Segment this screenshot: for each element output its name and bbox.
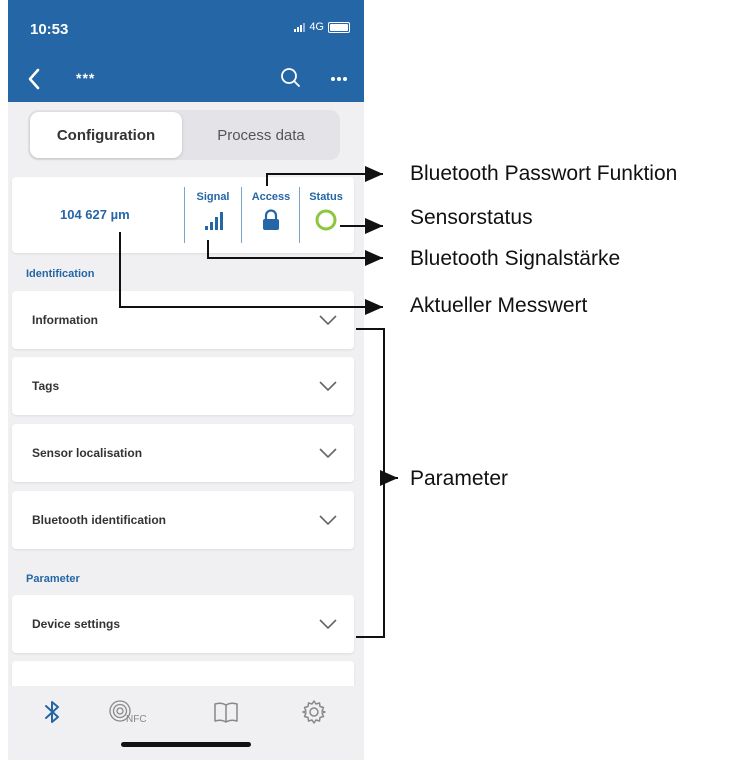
chevron-down-icon [319, 515, 337, 526]
home-indicator [121, 742, 251, 747]
section-parameter: Parameter [26, 573, 80, 585]
status-time: 10:53 [30, 21, 69, 38]
list-item-information[interactable]: Information [12, 291, 354, 349]
network-type: 4G [309, 21, 324, 33]
list-item-tags[interactable]: Tags [12, 357, 354, 415]
cell-signal-icon [294, 22, 306, 32]
status-bar: 10:53 4G [8, 0, 364, 56]
row-label: Tags [32, 379, 60, 393]
row-label: Bluetooth identification [32, 513, 166, 527]
chevron-down-icon [319, 381, 337, 392]
callout-sensor-status: Sensorstatus [410, 206, 533, 229]
row-label: Sensor localisation [32, 446, 143, 460]
status-column: Status [302, 191, 350, 237]
bluetooth-icon [45, 701, 59, 723]
callout-parameter: Parameter [410, 467, 509, 490]
callout-signal-strength: Bluetooth Signalstärke [410, 247, 621, 270]
nfc-label: NFC [126, 714, 147, 725]
callout-measurement: Aktueller Messwert [410, 294, 588, 317]
tab-settings[interactable] [300, 698, 328, 726]
chevron-down-icon [319, 315, 337, 326]
list-item-bluetooth-identification[interactable]: Bluetooth identification [12, 491, 354, 549]
tab-manual[interactable] [212, 698, 240, 726]
row-label: Information [32, 313, 98, 327]
tab-process-data[interactable]: Process data [184, 112, 338, 158]
tab-bar: NFC [8, 686, 364, 760]
signal-label: Signal [196, 191, 230, 203]
nfc-icon: NFC [109, 700, 147, 725]
tab-bluetooth[interactable] [38, 698, 66, 726]
sensor-status-card: 104 627 µm Signal Access Status [12, 177, 354, 253]
tab-nfc[interactable]: NFC [108, 698, 160, 726]
list-item-device-settings[interactable]: Device settings [12, 595, 354, 653]
column-divider [299, 187, 300, 243]
status-indicators: 4G [294, 21, 350, 33]
lock-icon [263, 209, 279, 230]
status-ring-icon [315, 209, 337, 231]
search-icon[interactable] [278, 65, 304, 91]
tab-configuration[interactable]: Configuration [30, 112, 182, 158]
signal-column: Signal [190, 191, 236, 236]
row-label: Device settings [32, 617, 121, 631]
section-identification: Identification [26, 268, 95, 280]
callout-password: Bluetooth Passwort Funktion [410, 162, 678, 185]
chevron-down-icon [319, 619, 337, 630]
list-item-sensor-localisation[interactable]: Sensor localisation [12, 424, 354, 482]
gear-icon [302, 700, 326, 724]
signal-strength-icon [205, 212, 223, 230]
column-divider [184, 187, 185, 243]
access-label: Access [251, 191, 291, 203]
segmented-control: Configuration Process data [28, 110, 340, 160]
nav-bar: *** [8, 56, 364, 102]
column-divider [241, 187, 242, 243]
access-column[interactable]: Access [244, 191, 298, 236]
status-label: Status [309, 191, 343, 203]
battery-icon [328, 21, 350, 33]
back-chevron-icon[interactable] [22, 64, 48, 94]
nav-title: *** [76, 70, 96, 86]
phone-screen: 10:53 4G *** Configuration Process data … [8, 0, 364, 760]
measurement-value: 104 627 µm [60, 207, 130, 222]
chevron-down-icon [319, 448, 337, 459]
more-icon[interactable] [326, 65, 352, 91]
book-icon [214, 702, 238, 723]
